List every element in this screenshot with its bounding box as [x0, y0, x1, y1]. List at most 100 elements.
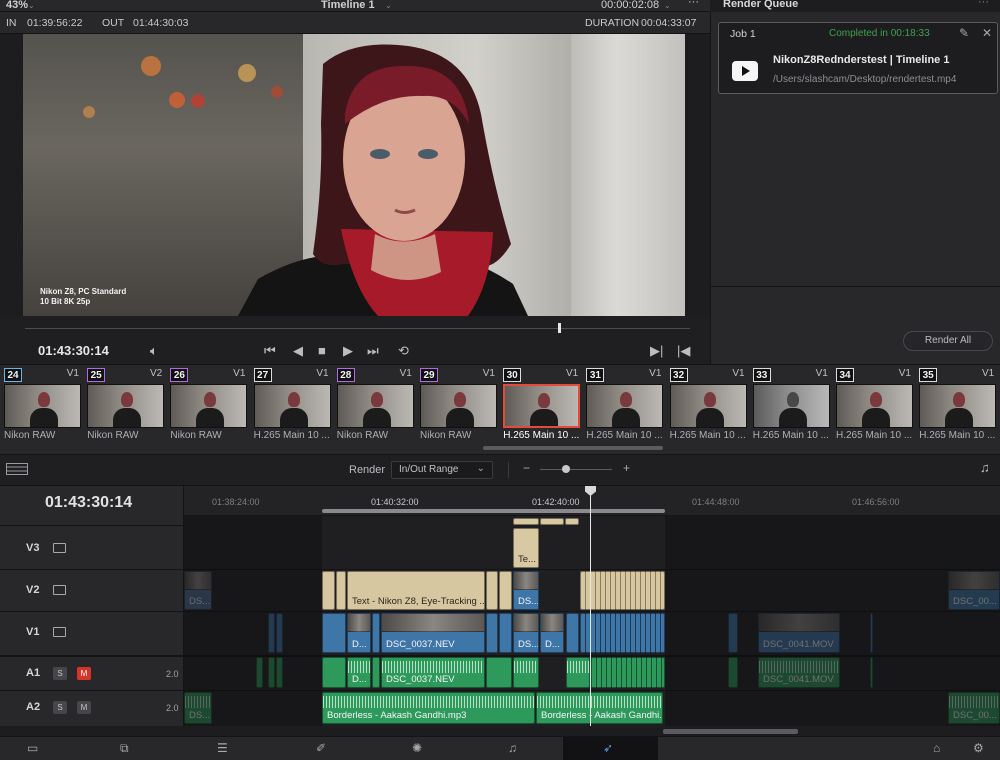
clip-thumbnail[interactable]: 29 V1 Nikon RAW	[418, 367, 498, 450]
play-icon[interactable]: ▶︎	[343, 343, 353, 359]
timeline-clip[interactable]	[322, 657, 346, 688]
timeline-view-icon[interactable]	[6, 463, 28, 475]
deliver-page-icon[interactable]: ➶	[603, 741, 613, 755]
timeline-clip[interactable]	[513, 657, 539, 688]
timeline-clip[interactable]: DS...	[513, 613, 539, 653]
loop-icon[interactable]: ⟲	[398, 343, 409, 359]
solo-button[interactable]: S	[53, 667, 67, 680]
fusion-page-icon[interactable]: ✐	[316, 741, 326, 755]
timeline-clip[interactable]	[565, 518, 579, 525]
clip-thumbnail[interactable]: 30 V1 H.265 Main 10 ...	[501, 367, 581, 450]
timeline-scrollbar[interactable]	[663, 729, 798, 734]
timeline-clip[interactable]: D...	[347, 613, 371, 653]
timeline-clip[interactable]: Borderless - Aakash Gandhi.mp3	[322, 692, 535, 724]
render-all-button[interactable]: Render All	[903, 331, 993, 351]
timeline-clip[interactable]	[372, 613, 380, 653]
timeline-clip[interactable]: Borderless - Aakash Gandhi...	[536, 692, 663, 724]
go-to-end-icon[interactable]: ⏭︎	[367, 343, 379, 359]
overlay-camera: Nikon Z8, PC Standard	[40, 287, 127, 296]
clip-thumbnail[interactable]: 34 V1 H.265 Main 10 ...	[834, 367, 914, 450]
film-icon[interactable]	[53, 543, 66, 553]
viewer-playhead[interactable]	[558, 323, 561, 333]
zoom-slider[interactable]	[540, 469, 612, 470]
timeline-clip[interactable]	[322, 571, 335, 610]
fairlight-page-icon[interactable]: ♫	[508, 741, 517, 755]
timeline-clip[interactable]	[486, 571, 498, 610]
timeline-clip[interactable]: DSC_0037.NEV	[381, 613, 485, 653]
zoom-slider-knob[interactable]	[562, 465, 570, 473]
clip-thumbnail[interactable]: 32 V1 H.265 Main 10 ...	[668, 367, 748, 450]
clip-track: V1	[66, 368, 79, 379]
go-to-start-icon[interactable]: ⏮︎	[264, 343, 276, 359]
close-icon[interactable]: ✕	[982, 26, 992, 40]
timeline-clip-group[interactable]	[580, 571, 665, 610]
scrub-bar[interactable]	[25, 328, 690, 329]
clip-thumbnail[interactable]: 33 V1 H.265 Main 10 ...	[751, 367, 831, 450]
timeline-name[interactable]: Timeline 1	[321, 0, 375, 11]
timeline-playhead[interactable]	[590, 490, 591, 726]
timeline-clip[interactable]	[336, 571, 346, 610]
clip-thumbnail[interactable]: 35 V1 H.265 Main 10 ...	[917, 367, 997, 450]
timeline-clip[interactable]: DS...	[513, 571, 539, 610]
zoom-level[interactable]: 43%	[6, 0, 28, 11]
clip-thumbnail[interactable]: 28 V1 Nikon RAW	[335, 367, 415, 450]
timeline-clip[interactable]: D...	[347, 657, 371, 688]
in-out-range-bar[interactable]	[322, 509, 665, 513]
timeline-clip[interactable]	[486, 613, 498, 653]
timeline-clip[interactable]	[322, 613, 346, 653]
timeline-clip[interactable]: DSC_0037.NEV	[381, 657, 485, 688]
prev-clip-icon[interactable]: |◀︎	[677, 343, 690, 359]
timeline-clip[interactable]: Te...	[513, 528, 539, 568]
timecode-chevron-icon[interactable]: ⌄	[664, 1, 671, 10]
timeline-clip[interactable]	[499, 613, 512, 653]
zoom-chevron-icon[interactable]: ⌄	[28, 1, 35, 10]
edit-icon[interactable]: ✎	[959, 26, 969, 40]
render-range-select[interactable]: In/Out Range ⌄	[391, 461, 493, 479]
render-label: Render	[349, 464, 386, 476]
timeline-clip[interactable]	[566, 613, 579, 653]
home-icon[interactable]: ⌂	[933, 741, 940, 755]
render-queue-options-icon[interactable]: ···	[978, 0, 989, 8]
timeline-clip[interactable]: Text - Nikon Z8, Eye-Tracking ...	[347, 571, 485, 610]
channel-format: 2.0	[166, 703, 179, 713]
zoom-in-icon[interactable]: +	[623, 461, 630, 475]
film-icon[interactable]	[53, 585, 66, 595]
clip-thumbnail[interactable]: 26 V1 Nikon RAW	[168, 367, 248, 450]
clip-thumbnail[interactable]: 31 V1 H.265 Main 10 ...	[584, 367, 664, 450]
mute-button[interactable]: M	[77, 667, 91, 680]
clip-codec-label: H.265 Main 10 ...	[586, 430, 663, 441]
step-back-icon[interactable]: ◀︎	[293, 343, 303, 359]
timeline-clip-group[interactable]	[591, 657, 665, 688]
timeline-clip[interactable]	[540, 518, 564, 525]
timeline-clip[interactable]	[486, 657, 512, 688]
film-icon[interactable]	[53, 627, 66, 637]
clip-thumbnail[interactable]: 27 V1 H.265 Main 10 ...	[252, 367, 332, 450]
media-page-icon[interactable]: ▭	[27, 741, 38, 755]
color-page-icon[interactable]: ✺	[412, 741, 422, 755]
more-options-icon[interactable]: ···	[688, 0, 699, 8]
zoom-out-icon[interactable]: −	[523, 461, 530, 475]
clip-strip-scrollbar[interactable]	[483, 446, 663, 450]
volume-icon[interactable]: 🔈︎	[150, 343, 158, 359]
next-clip-icon[interactable]: ▶︎|	[650, 343, 663, 359]
music-note-icon[interactable]: ♫	[980, 460, 990, 475]
video-viewer[interactable]	[23, 34, 685, 316]
clip-name: DSC_0037.NEV	[386, 639, 455, 650]
timeline-clip[interactable]	[499, 571, 512, 610]
edit-page-icon[interactable]: ☰	[217, 741, 228, 755]
gear-icon[interactable]: ⚙︎	[973, 741, 984, 755]
clip-thumbnail[interactable]: 25 V2 Nikon RAW	[85, 367, 165, 450]
timeline-chevron-icon[interactable]: ⌄	[385, 1, 392, 10]
stop-icon[interactable]: ■	[318, 343, 326, 358]
clip-thumbnail[interactable]: 24 V1 Nikon RAW	[2, 367, 82, 450]
solo-button[interactable]: S	[53, 701, 67, 714]
clip-name: DSC_0037.NEV	[386, 674, 455, 685]
timeline-clip[interactable]: D...	[540, 613, 564, 653]
mute-button[interactable]: M	[77, 701, 91, 714]
timeline-clip-group[interactable]	[580, 613, 665, 653]
out-label: OUT	[102, 17, 125, 29]
timeline-clip[interactable]	[566, 657, 590, 688]
cut-page-icon[interactable]: ⧉	[120, 741, 129, 756]
timeline-clip[interactable]	[513, 518, 539, 525]
timeline-clip[interactable]	[372, 657, 380, 688]
